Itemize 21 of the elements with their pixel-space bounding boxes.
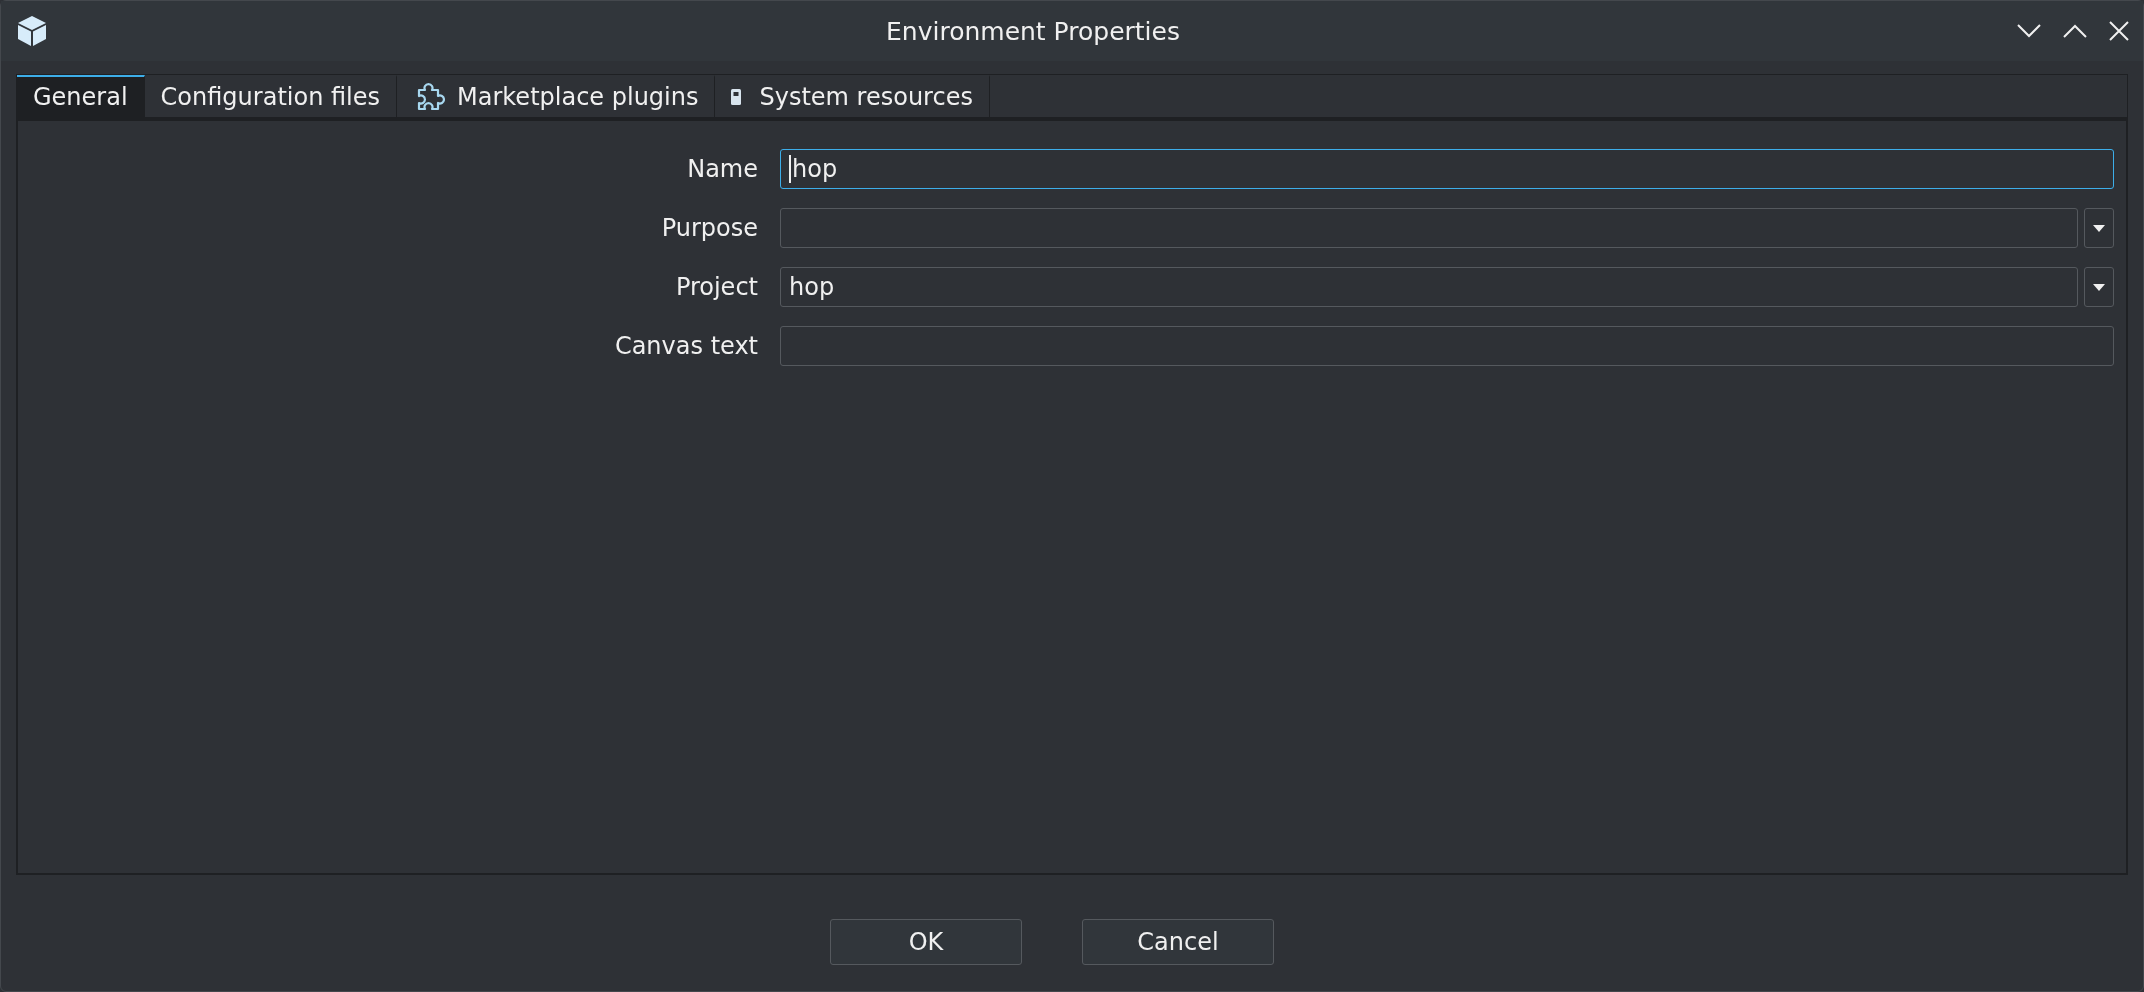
input-field[interactable]: hop	[780, 149, 2114, 189]
field-label: Purpose	[660, 214, 758, 242]
caret-icon	[2093, 283, 2105, 291]
dialog-button[interactable]: Cancel	[1082, 919, 1274, 965]
field-label: Project	[674, 273, 758, 301]
window-title: Environment Properties	[885, 16, 1181, 46]
dialog-button[interactable]: OK	[830, 919, 1022, 965]
close-icon[interactable]	[2109, 21, 2129, 41]
field-label: Name	[686, 155, 758, 183]
maximize-icon[interactable]	[2063, 24, 2087, 38]
minimize-icon[interactable]	[2017, 24, 2041, 38]
input-field[interactable]	[780, 326, 2114, 366]
tab[interactable]: General	[17, 75, 145, 117]
dropdown-button[interactable]	[2084, 208, 2114, 248]
cube-icon	[15, 14, 49, 48]
dropdown-button[interactable]	[2084, 267, 2114, 307]
field-label: Canvas text	[613, 332, 758, 360]
combo-field[interactable]	[780, 208, 2078, 248]
device-icon	[731, 89, 742, 105]
combo-field[interactable]: hop	[780, 267, 2078, 307]
caret-icon	[2093, 224, 2105, 232]
